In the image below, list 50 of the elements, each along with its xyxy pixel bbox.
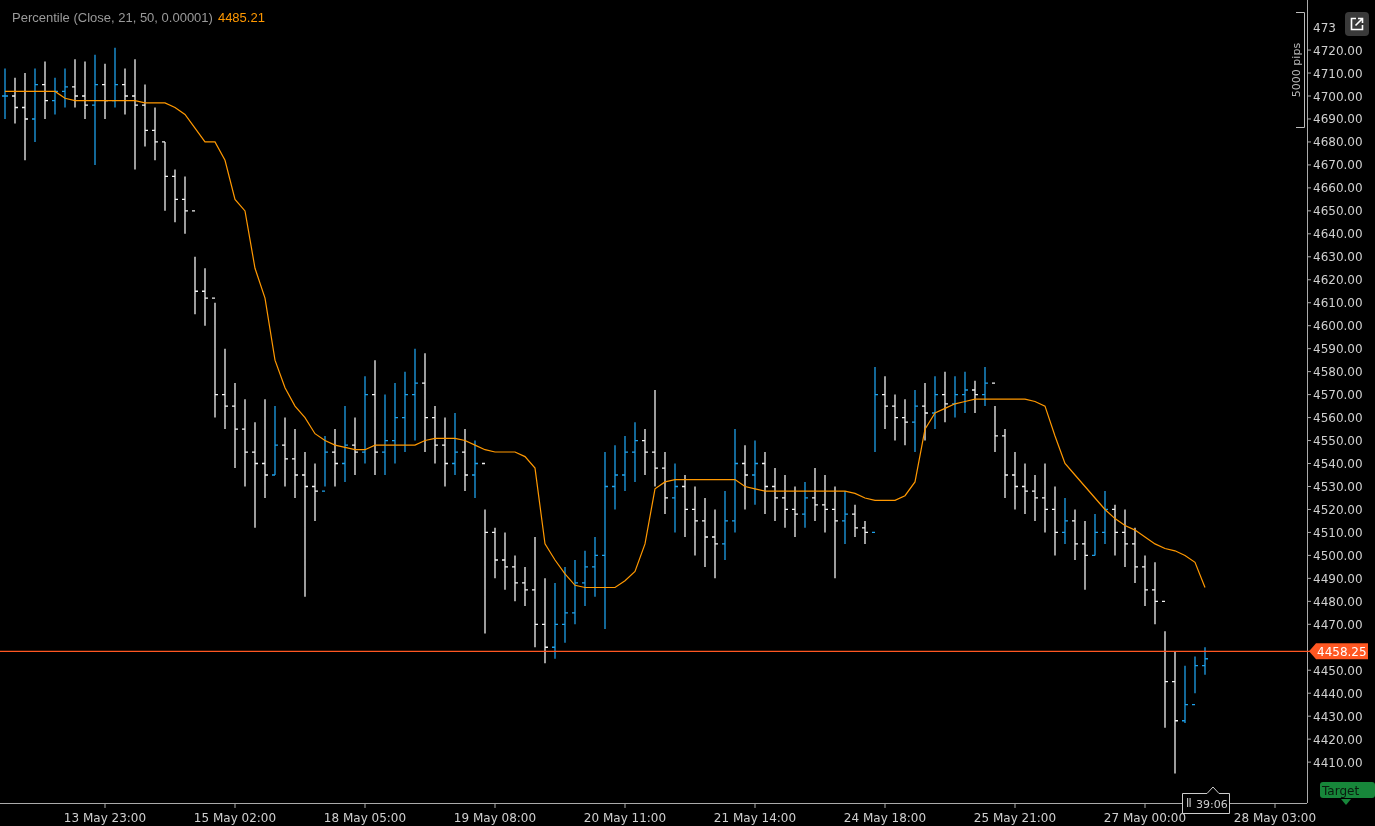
price-label: 4458.25 bbox=[1309, 643, 1368, 660]
y-axis-label: 4670.00 bbox=[1313, 158, 1363, 173]
x-axis-label: 24 May 18:00 bbox=[843, 811, 927, 825]
y-axis-label: 4640.00 bbox=[1313, 227, 1363, 242]
y-axis-label: 4690.00 bbox=[1313, 112, 1363, 127]
y-axis-label: 4490.00 bbox=[1313, 571, 1363, 586]
y-axis-label: 4450.00 bbox=[1313, 663, 1363, 678]
x-axis-label: 19 May 08:00 bbox=[453, 811, 537, 825]
x-axis-label: 18 May 05:00 bbox=[323, 811, 407, 825]
ruler-label: 5000 pips bbox=[1290, 42, 1303, 98]
expand-icon[interactable] bbox=[1345, 12, 1369, 36]
y-axis-label: 4530.00 bbox=[1313, 480, 1363, 494]
y-axis-label: 4470.00 bbox=[1313, 617, 1363, 632]
y-axis-label: 4510.00 bbox=[1313, 525, 1363, 540]
y-axis-label: 4500.00 bbox=[1313, 548, 1363, 563]
y-axis-label: 4430.00 bbox=[1313, 709, 1363, 724]
y-axis-label: 4480.00 bbox=[1313, 594, 1363, 609]
y-axis-label: 4660.00 bbox=[1313, 181, 1363, 196]
y-axis-label: 4680.00 bbox=[1313, 135, 1363, 150]
y-axis-label: 4410.00 bbox=[1313, 755, 1363, 770]
x-axis-label: 21 May 14:00 bbox=[713, 811, 797, 825]
down-triangle-icon bbox=[1341, 799, 1351, 805]
x-axis-label: 27 May 00:00 bbox=[1103, 811, 1187, 825]
y-axis-label: 4610.00 bbox=[1313, 296, 1363, 311]
y-axis-label: 4570.00 bbox=[1313, 388, 1363, 403]
y-axis-label: 4710.00 bbox=[1313, 66, 1363, 81]
grip-icon bbox=[1187, 798, 1191, 807]
x-axis-label: 13 May 23:00 bbox=[63, 811, 147, 825]
y-axis-label: 4580.00 bbox=[1313, 365, 1363, 380]
y-axis-label: 473 bbox=[1313, 20, 1336, 35]
countdown-badge: 39:06 bbox=[1182, 786, 1230, 814]
y-axis-label: 4520.00 bbox=[1313, 502, 1363, 517]
x-axis-label: 25 May 21:00 bbox=[973, 811, 1057, 825]
y-axis-label: 4720.00 bbox=[1313, 43, 1363, 58]
y-axis-label: 4630.00 bbox=[1313, 250, 1363, 265]
y-axis-label: 4560.00 bbox=[1313, 411, 1363, 426]
y-axis-label: 4650.00 bbox=[1313, 204, 1363, 219]
y-axis-label: 4590.00 bbox=[1313, 342, 1363, 357]
x-axis-label: 28 May 03:00 bbox=[1233, 811, 1317, 825]
y-axis-label: 4440.00 bbox=[1313, 686, 1363, 701]
y-axis-label: 4700.00 bbox=[1313, 89, 1363, 104]
x-axis-label: 15 May 02:00 bbox=[193, 811, 277, 825]
indicator-value: 4485.21 bbox=[217, 10, 265, 25]
x-axis-label: 20 May 11:00 bbox=[583, 811, 667, 825]
y-axis-label: 4540.00 bbox=[1313, 457, 1363, 471]
indicator-name: Percentile (Close, 21, 50, 0.00001) bbox=[12, 10, 213, 25]
y-axis-label: 4550.00 bbox=[1313, 434, 1363, 449]
y-axis-label: 4620.00 bbox=[1313, 273, 1363, 288]
y-axis-label: 4420.00 bbox=[1313, 732, 1363, 747]
y-axis-label: 4600.00 bbox=[1313, 319, 1363, 334]
